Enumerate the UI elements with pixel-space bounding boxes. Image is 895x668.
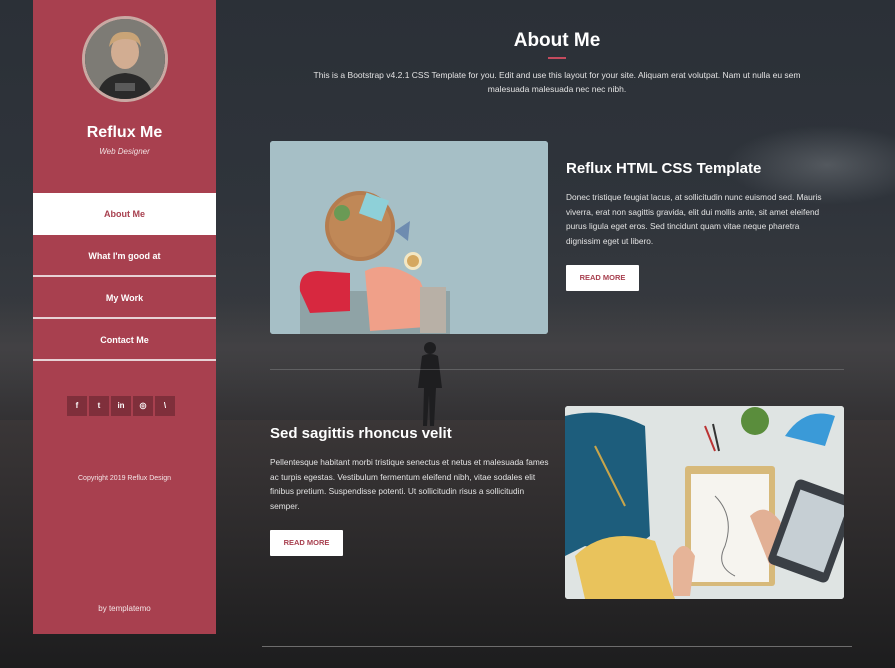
dribbble-icon[interactable]: ◎ xyxy=(133,396,153,416)
rss-icon[interactable]: \ xyxy=(155,396,175,416)
sidebar-nav: About Me What I'm good at My Work Contac… xyxy=(33,193,216,361)
template-credit: by templatemo xyxy=(98,604,151,613)
card-1-read-more-button[interactable]: READ MORE xyxy=(566,265,639,291)
facebook-icon[interactable]: f xyxy=(67,396,87,416)
section-divider xyxy=(270,369,844,370)
page-title: About Me xyxy=(513,30,601,51)
avatar xyxy=(82,16,168,102)
card-2-text: Pellentesque habitant morbi tristique se… xyxy=(270,457,549,511)
nav-item-my-work[interactable]: My Work xyxy=(33,277,216,319)
linkedin-icon[interactable]: in xyxy=(111,396,131,416)
walking-person-silhouette xyxy=(418,342,442,426)
sidebar: Reflux Me Web Designer About Me What I'm… xyxy=(33,0,216,634)
brand-role: Web Designer xyxy=(99,147,150,156)
twitter-icon[interactable]: t xyxy=(89,396,109,416)
nav-item-about-me[interactable]: About Me xyxy=(33,193,216,235)
social-links: f t in ◎ \ xyxy=(67,396,175,416)
intro-text: This is a Bootstrap v4.2.1 CSS Template … xyxy=(313,70,801,94)
sketching-desk-photo xyxy=(565,406,844,599)
card-2-title: Sed sagittis rhoncus velit xyxy=(270,425,452,442)
brand-name: Reflux Me xyxy=(86,124,163,141)
title-underline xyxy=(548,57,566,59)
bottom-divider xyxy=(262,646,852,647)
nav-item-what-im-good-at[interactable]: What I'm good at xyxy=(33,235,216,277)
card-2-read-more-button[interactable]: READ MORE xyxy=(270,530,343,556)
copyright-text: Copyright 2019 Reflux Design xyxy=(78,475,171,482)
coffee-table-photo xyxy=(270,141,548,334)
card-1-text: Donec tristique feugiat lacus, at sollic… xyxy=(566,192,822,246)
card-1-title: Reflux HTML CSS Template xyxy=(566,160,762,177)
nav-item-contact-me[interactable]: Contact Me xyxy=(33,319,216,361)
